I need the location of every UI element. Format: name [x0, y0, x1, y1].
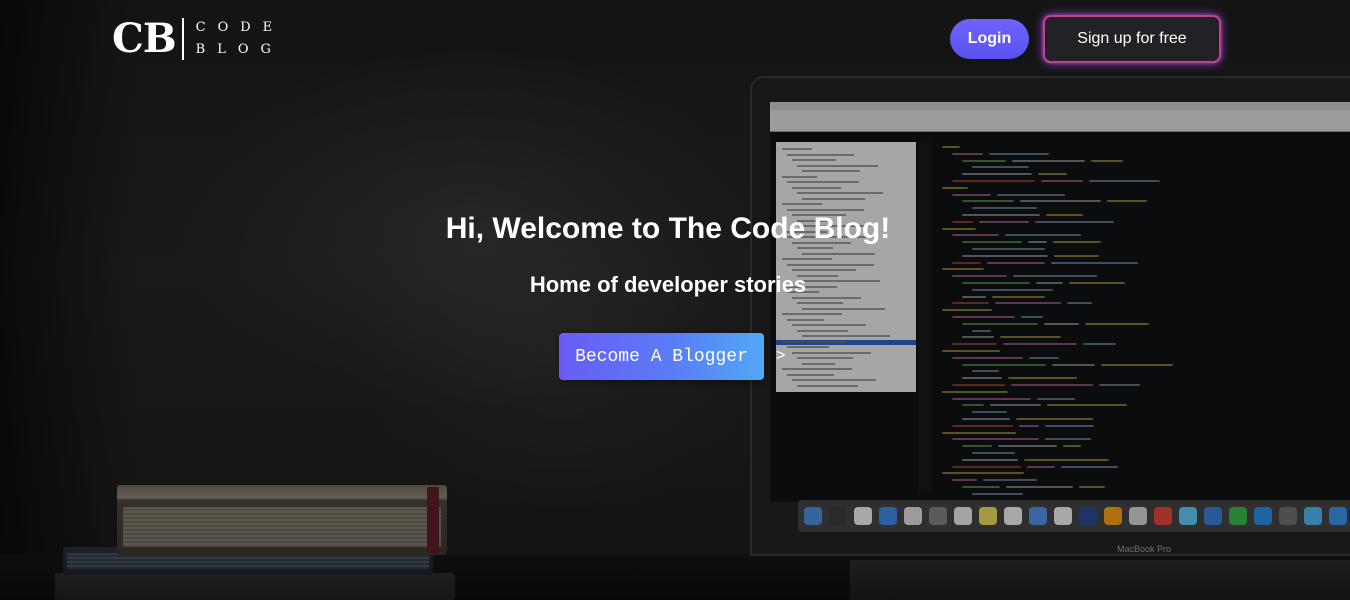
hero-title: Hi, Welcome to The Code Blog!: [445, 212, 891, 245]
hero-subtitle: Home of developer stories: [529, 272, 807, 297]
cta-arrow-icon: >: [776, 347, 786, 365]
logo-mark: CB: [112, 15, 177, 62]
logo-word-blog: BLOG: [195, 42, 283, 57]
become-blogger-button[interactable]: Become A Blogger: [559, 333, 764, 380]
logo-divider: [181, 18, 184, 60]
site-logo[interactable]: CB CODE BLOG: [112, 16, 284, 62]
background-overlay: [0, 0, 1350, 600]
login-button[interactable]: Login: [950, 19, 1029, 59]
logo-word-code: CODE: [195, 20, 285, 35]
logo-wordmark: CODE BLOG: [196, 21, 285, 57]
signup-button[interactable]: Sign up for free: [1043, 15, 1221, 63]
